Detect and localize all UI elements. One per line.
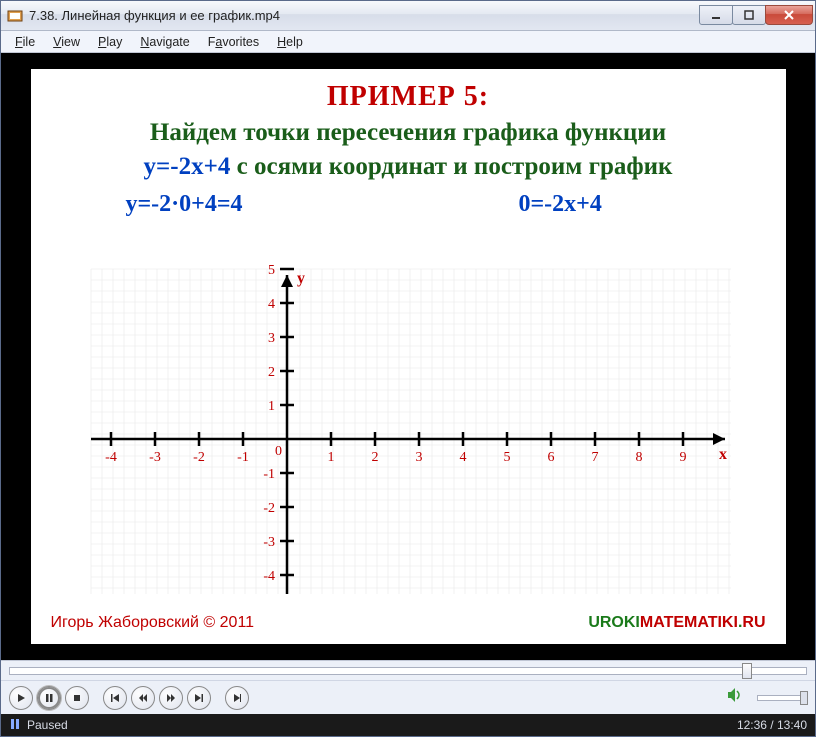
rewind-button[interactable] [131,686,155,710]
svg-text:3: 3 [268,331,275,346]
svg-text:9: 9 [679,450,686,465]
controls-row [1,680,815,714]
menu-help[interactable]: Help [269,33,311,51]
svg-text:5: 5 [503,450,510,465]
maximize-button[interactable] [732,5,766,25]
seek-thumb[interactable] [742,663,752,679]
slide-line3: y=-2x+4 с осями координат и построим гра… [31,153,786,181]
skip-next-icon [194,693,204,703]
slide-equation: y=-2x+4 [144,153,231,180]
svg-text:8: 8 [635,450,642,465]
svg-text:5: 5 [268,263,275,278]
svg-text:-4: -4 [105,450,117,465]
svg-text:-3: -3 [149,450,161,465]
svg-text:-2: -2 [263,501,275,516]
svg-text:6: 6 [547,450,554,465]
svg-text:-1: -1 [263,467,275,482]
maximize-icon [744,10,754,20]
slide-line3-rest: с осями координат и построим график [230,153,672,180]
svg-text:4: 4 [268,297,275,312]
pause-button[interactable] [37,686,61,710]
menu-view[interactable]: View [45,33,88,51]
menu-navigate[interactable]: Navigate [132,33,197,51]
slide-line2: Найдем точки пересечения графика функции [31,119,786,147]
stop-icon [72,693,82,703]
minimize-icon [711,10,721,20]
slide-heading: ПРИМЕР 5: [31,81,786,113]
svg-text:2: 2 [371,450,378,465]
window-title: 7.38. Линейная функция и ее график.mp4 [29,8,699,23]
calc-left: y=-2·0+4=4 [126,191,243,218]
menu-play[interactable]: Play [90,33,130,51]
minimize-button[interactable] [699,5,733,25]
close-button[interactable] [765,5,813,25]
menu-favorites[interactable]: Favorites [200,33,267,51]
pause-icon [44,693,54,703]
status-icon [9,718,21,733]
svg-text:-1: -1 [237,450,249,465]
skip-prev-icon [110,693,120,703]
step-icon [232,693,242,703]
titlebar: 7.38. Линейная функция и ее график.mp4 [1,1,815,31]
slide-author: Игорь Жаборовский © 2011 [51,614,255,632]
svg-text:2: 2 [268,365,275,380]
coordinate-chart: y x 0 -4 -3 -2 -1 1 2 3 4 5 6 7 8 9 -4 -3 -2 -1 1 2 3 4 5 [81,259,741,604]
prev-track-button[interactable] [103,686,127,710]
video-frame: ПРИМЕР 5: Найдем точки пересечения графи… [31,69,786,644]
close-icon [783,9,795,21]
calc-right: 0=-2x+4 [519,191,602,218]
svg-text:3: 3 [415,450,422,465]
time-display: 12:36 / 13:40 [737,718,807,732]
window-controls [699,6,813,25]
statusbar: Paused 12:36 / 13:40 [1,714,815,736]
next-track-button[interactable] [187,686,211,710]
player-window: 7.38. Линейная функция и ее график.mp4 F… [0,0,816,737]
svg-text:-4: -4 [263,569,275,584]
svg-text:0: 0 [275,444,282,459]
play-button[interactable] [9,686,33,710]
rewind-icon [138,693,148,703]
menubar: File View Play Navigate Favorites Help [1,31,815,53]
svg-text:1: 1 [327,450,334,465]
volume-thumb[interactable] [800,691,808,705]
svg-text:-3: -3 [263,535,275,550]
volume-icon[interactable] [727,687,745,708]
fastfwd-icon [166,693,176,703]
svg-text:x: x [719,446,727,463]
menu-file[interactable]: File [7,33,43,51]
seek-slider[interactable] [9,667,807,675]
seekbar-row [1,660,815,680]
fastfwd-button[interactable] [159,686,183,710]
svg-text:-2: -2 [193,450,205,465]
video-area[interactable]: ПРИМЕР 5: Найдем точки пересечения графи… [1,53,815,660]
slide-brand: UROKIMATEMATIKI.RU [588,614,765,632]
status-text: Paused [27,718,737,732]
play-icon [16,693,26,703]
svg-text:4: 4 [459,450,466,465]
stop-button[interactable] [65,686,89,710]
svg-text:7: 7 [591,450,598,465]
step-button[interactable] [225,686,249,710]
svg-text:1: 1 [268,399,275,414]
svg-text:y: y [297,270,305,287]
app-icon [7,8,23,24]
volume-slider[interactable] [757,695,807,701]
